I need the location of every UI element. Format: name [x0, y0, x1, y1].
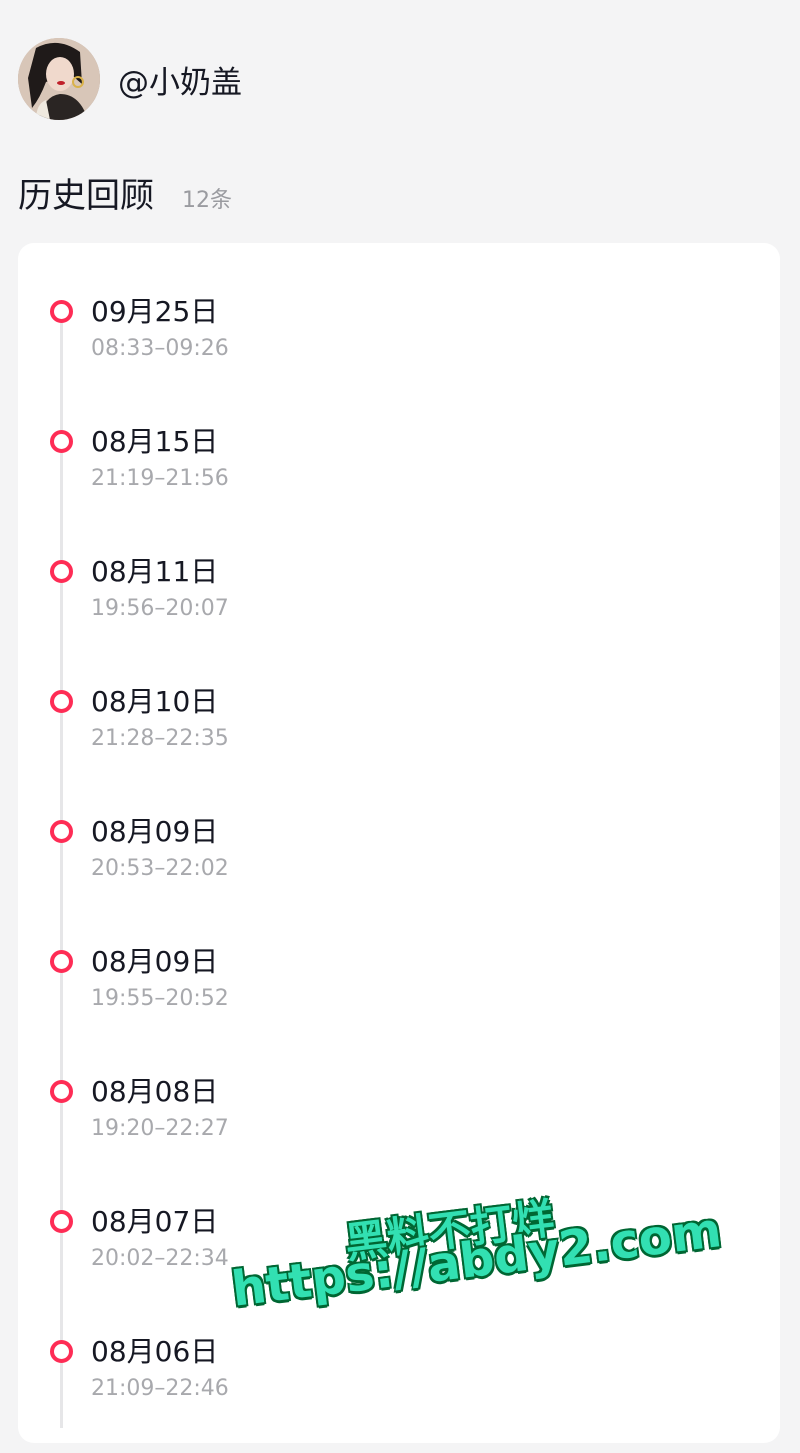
history-item[interactable]: 08月09日 19:55–20:52 — [50, 945, 750, 1063]
history-date: 08月07日 — [91, 1205, 219, 1238]
history-time: 21:19–21:56 — [91, 466, 229, 491]
history-item[interactable]: 08月06日 21:09–22:46 — [50, 1335, 750, 1453]
history-item[interactable]: 08月07日 20:02–22:34 — [50, 1205, 750, 1323]
history-time: 08:33–09:26 — [91, 336, 229, 361]
history-date: 08月11日 — [91, 555, 219, 588]
history-item[interactable]: 09月25日 08:33–09:26 — [50, 295, 750, 413]
history-item[interactable]: 08月11日 19:56–20:07 — [50, 555, 750, 673]
timeline-dot-icon — [50, 690, 73, 713]
history-section-header: 历史回顾 12条 — [18, 168, 232, 217]
profile-header: @小奶盖 — [18, 38, 242, 120]
username: @小奶盖 — [118, 64, 242, 101]
timeline-dot-icon — [50, 1340, 73, 1363]
history-time: 20:02–22:34 — [91, 1246, 229, 1271]
history-count: 12条 — [182, 188, 232, 213]
section-title: 历史回顾 — [18, 176, 154, 216]
timeline-dot-icon — [50, 820, 73, 843]
history-item[interactable]: 08月08日 19:20–22:27 — [50, 1075, 750, 1193]
timeline-dot-icon — [50, 430, 73, 453]
history-item[interactable]: 08月10日 21:28–22:35 — [50, 685, 750, 803]
history-date: 09月25日 — [91, 295, 219, 328]
timeline-dot-icon — [50, 950, 73, 973]
history-date: 08月09日 — [91, 815, 219, 848]
history-time: 19:56–20:07 — [91, 596, 229, 621]
history-time: 19:55–20:52 — [91, 986, 229, 1011]
history-date: 08月10日 — [91, 685, 219, 718]
history-time: 20:53–22:02 — [91, 856, 229, 881]
history-item[interactable]: 08月15日 21:19–21:56 — [50, 425, 750, 543]
history-date: 08月06日 — [91, 1335, 219, 1368]
history-time: 21:09–22:46 — [91, 1376, 229, 1401]
history-time: 21:28–22:35 — [91, 726, 229, 751]
timeline-dot-icon — [50, 1210, 73, 1233]
user-avatar[interactable] — [18, 38, 100, 120]
history-item[interactable]: 08月09日 20:53–22:02 — [50, 815, 750, 933]
timeline-dot-icon — [50, 560, 73, 583]
history-date: 08月15日 — [91, 425, 219, 458]
timeline-dot-icon — [50, 300, 73, 323]
history-date: 08月08日 — [91, 1075, 219, 1108]
history-time: 19:20–22:27 — [91, 1116, 229, 1141]
avatar-photo-icon — [18, 38, 100, 120]
timeline-dot-icon — [50, 1080, 73, 1103]
history-date: 08月09日 — [91, 945, 219, 978]
